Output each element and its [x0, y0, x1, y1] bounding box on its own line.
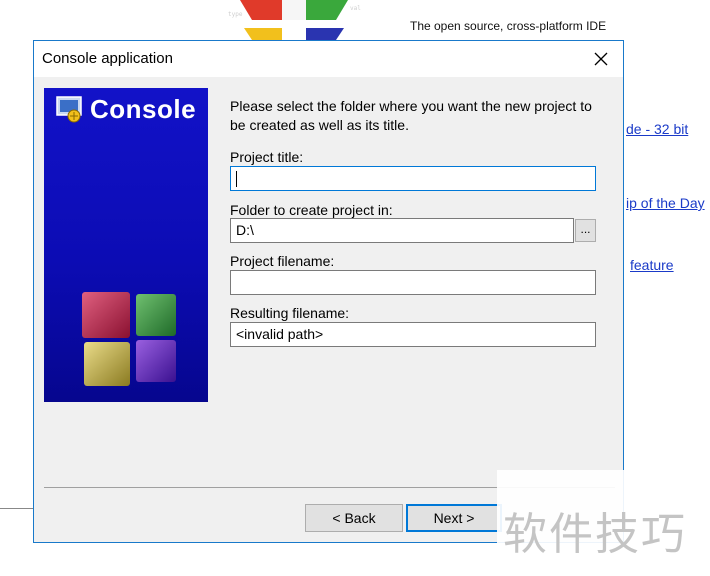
console-application-dialog: Console application Console Please selec…: [33, 40, 624, 543]
dialog-title: Console application: [42, 50, 173, 67]
watermark: 软件技巧: [497, 470, 710, 576]
close-icon: [594, 52, 608, 66]
resulting-filename-field: <invalid path>: [230, 322, 596, 347]
link-feature[interactable]: feature: [630, 257, 674, 273]
watermark-text: 软件技巧: [503, 509, 687, 560]
divider: [0, 508, 34, 509]
svg-text:type: type: [228, 11, 243, 18]
browse-folder-button[interactable]: ...: [575, 219, 596, 242]
wizard-side-image: Console: [44, 88, 208, 402]
cubes-logo: [82, 292, 176, 386]
link-tip-of-the-day[interactable]: ip of the Day: [626, 195, 705, 211]
svg-text:val: val: [350, 5, 361, 12]
project-title-input[interactable]: [230, 166, 596, 191]
project-filename-label: Project filename:: [230, 253, 335, 269]
resulting-filename-label: Resulting filename:: [230, 305, 350, 321]
link-edition[interactable]: de - 32 bit: [626, 121, 688, 137]
console-icon: [56, 96, 82, 123]
folder-input[interactable]: D:\: [230, 218, 574, 243]
project-filename-input[interactable]: [230, 270, 596, 295]
dialog-titlebar: Console application: [34, 41, 623, 77]
side-title: Console: [90, 94, 197, 124]
back-button[interactable]: < Back: [305, 504, 403, 532]
codeblocks-logo: type val: [228, 0, 361, 40]
ide-tagline: The open source, cross-platform IDE: [410, 19, 607, 33]
instructions-text: Please select the folder where you want …: [230, 98, 592, 133]
folder-label: Folder to create project in:: [230, 202, 393, 218]
project-title-label: Project title:: [230, 149, 304, 165]
close-button[interactable]: [579, 41, 623, 77]
next-button[interactable]: Next >: [406, 504, 502, 532]
text-caret: [236, 171, 237, 188]
